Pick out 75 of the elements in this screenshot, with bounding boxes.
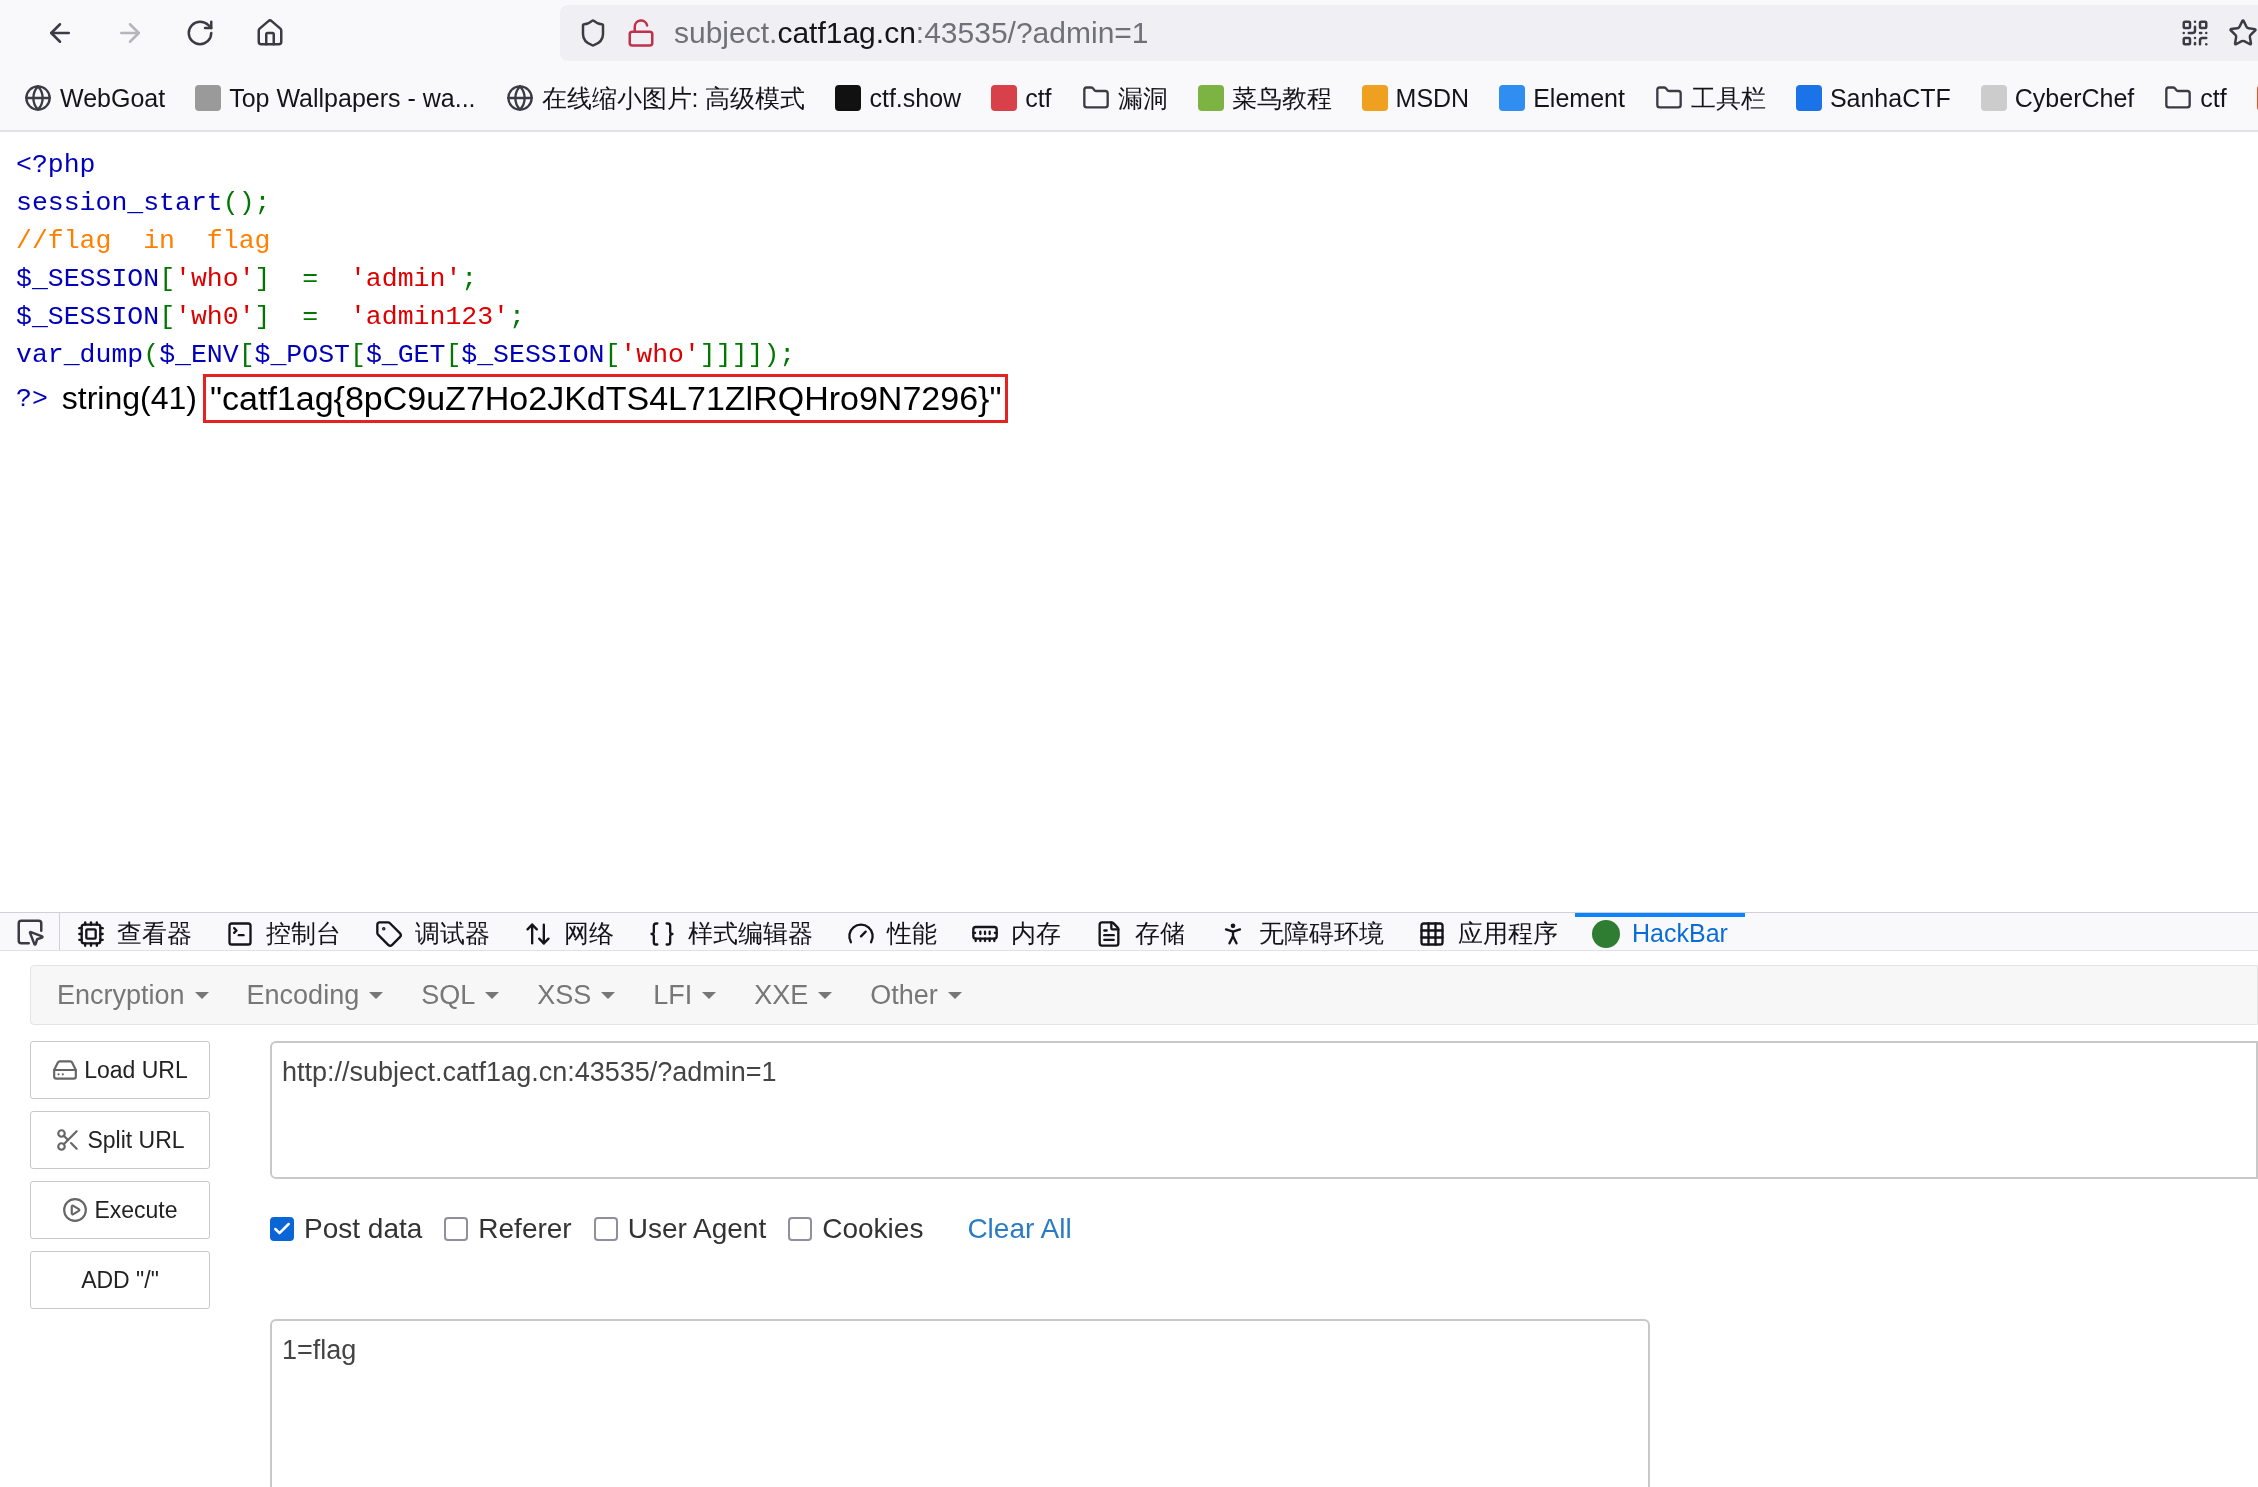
unlocked-padlock-icon[interactable] bbox=[626, 18, 656, 48]
code-line: //flag in flag bbox=[16, 225, 271, 258]
play-icon bbox=[62, 1197, 89, 1223]
hackbar-button[interactable]: Load URL bbox=[30, 1041, 210, 1099]
checkbox[interactable] bbox=[593, 1217, 618, 1241]
devtools-tab[interactable]: 查看器 bbox=[60, 913, 209, 950]
folder-icon bbox=[2164, 84, 2193, 112]
bookmark-link[interactable]: ctf bbox=[1025, 83, 1052, 113]
code-line: $_SESSION['who'] = 'admin'; bbox=[16, 263, 478, 296]
braces-icon bbox=[648, 919, 676, 948]
home-icon bbox=[255, 18, 285, 48]
dropdown-menu[interactable]: XXE bbox=[740, 979, 847, 1011]
bookmark-link[interactable]: ctf.show bbox=[869, 83, 962, 113]
dropdown-menu[interactable]: LFI bbox=[639, 979, 731, 1011]
devtools-tab[interactable]: 存储 bbox=[1078, 913, 1202, 950]
devtools-tab[interactable]: 网络 bbox=[507, 913, 631, 950]
checkbox[interactable] bbox=[270, 1217, 294, 1241]
bookmark-link[interactable]: MSDN bbox=[1395, 83, 1470, 113]
code-line: <?php bbox=[16, 149, 96, 182]
hackbar-button[interactable]: ADD "/" bbox=[30, 1251, 210, 1309]
dropdown-menu[interactable]: XSS bbox=[523, 979, 630, 1011]
qr-code-icon[interactable] bbox=[2180, 18, 2210, 48]
checkbox-option[interactable]: User Agent bbox=[593, 1213, 767, 1245]
checkbox[interactable] bbox=[444, 1217, 469, 1241]
hackbar-button[interactable]: Execute bbox=[30, 1181, 210, 1239]
devtools-tab[interactable]: 性能 bbox=[830, 913, 954, 950]
terminal-icon bbox=[226, 919, 254, 948]
bookmark-link[interactable]: 在线缩小图片: 高级模式 bbox=[541, 81, 806, 115]
bookmark-link[interactable]: Element bbox=[1533, 83, 1625, 113]
devtools-tab[interactable]: 控制台 bbox=[209, 913, 358, 950]
drive-icon bbox=[52, 1057, 79, 1083]
globe-icon bbox=[505, 84, 534, 112]
bookmark-link[interactable]: 漏洞 bbox=[1117, 81, 1168, 115]
address-bar[interactable]: subject.catf1ag.cn:43535/?admin=1 bbox=[560, 5, 2258, 61]
bookmark-link[interactable]: ctf bbox=[2200, 83, 2227, 113]
devtools-tab[interactable]: HackBar bbox=[1575, 913, 1745, 950]
devtools-tab[interactable]: 无障碍环境 bbox=[1202, 913, 1401, 950]
bookmark-link[interactable]: CyberChef bbox=[2014, 83, 2135, 113]
hackbar-button[interactable]: Split URL bbox=[30, 1111, 210, 1169]
output-text: string(41) bbox=[61, 380, 197, 417]
devtools-tab[interactable]: 应用程序 bbox=[1401, 913, 1575, 950]
checkbox-option[interactable]: Referer bbox=[444, 1213, 572, 1245]
dropdown-menu[interactable]: Encryption bbox=[43, 979, 223, 1011]
dropdown-menu[interactable]: Other bbox=[856, 979, 976, 1011]
folder-icon bbox=[1654, 84, 1683, 112]
url-text: subject.catf1ag.cn:43535/?admin=1 bbox=[674, 16, 1149, 50]
checkbox-option[interactable]: Post data bbox=[270, 1213, 423, 1245]
checkbox-option[interactable]: Cookies bbox=[788, 1213, 924, 1245]
url-input-field[interactable]: http://subject.catf1ag.cn:43535/?admin=1 bbox=[270, 1041, 2258, 1179]
chip-icon bbox=[77, 919, 105, 948]
clear-all-link[interactable]: Clear All bbox=[967, 1213, 1072, 1245]
bookmark-link[interactable]: 菜鸟教程 bbox=[1231, 81, 1332, 115]
star-icon[interactable] bbox=[2228, 18, 2258, 48]
bookmark-link[interactable]: Top Wallpapers - wa... bbox=[229, 83, 476, 113]
reload-icon bbox=[185, 18, 215, 48]
devtools-tab[interactable]: 样式编辑器 bbox=[631, 913, 830, 950]
bookmark-link[interactable]: SanhaCTF bbox=[1829, 83, 1951, 113]
code-line: var_dump($_ENV[$_POST[$_GET[$_SESSION['who']]]]); bbox=[16, 339, 796, 372]
code-line: session_start(); bbox=[16, 187, 271, 220]
flag-string: "catf1ag{8pC9uZ7Ho2JKdTS4L71ZlRQHro9N7296}" bbox=[202, 374, 1009, 423]
bookmark-link[interactable]: 工具栏 bbox=[1690, 81, 1766, 115]
devtools-tab[interactable]: 调试器 bbox=[358, 913, 507, 950]
bookmark-link[interactable]: WebGoat bbox=[60, 83, 166, 113]
post-data-field[interactable]: 1=flag bbox=[270, 1319, 1650, 1487]
dropdown-menu[interactable]: Encoding bbox=[232, 979, 398, 1011]
folder-icon bbox=[1081, 84, 1110, 112]
globe-icon bbox=[24, 84, 52, 112]
checkbox[interactable] bbox=[788, 1217, 813, 1241]
devtools-tab[interactable]: 内存 bbox=[954, 913, 1078, 950]
dropdown-menu[interactable]: SQL bbox=[407, 979, 514, 1011]
ball-icon bbox=[1592, 919, 1620, 948]
code-line: ?> bbox=[16, 383, 48, 414]
tag-icon bbox=[375, 919, 403, 948]
code-line: $_SESSION['wh0'] = 'admin123'; bbox=[16, 301, 525, 334]
grid-icon bbox=[1418, 919, 1446, 948]
